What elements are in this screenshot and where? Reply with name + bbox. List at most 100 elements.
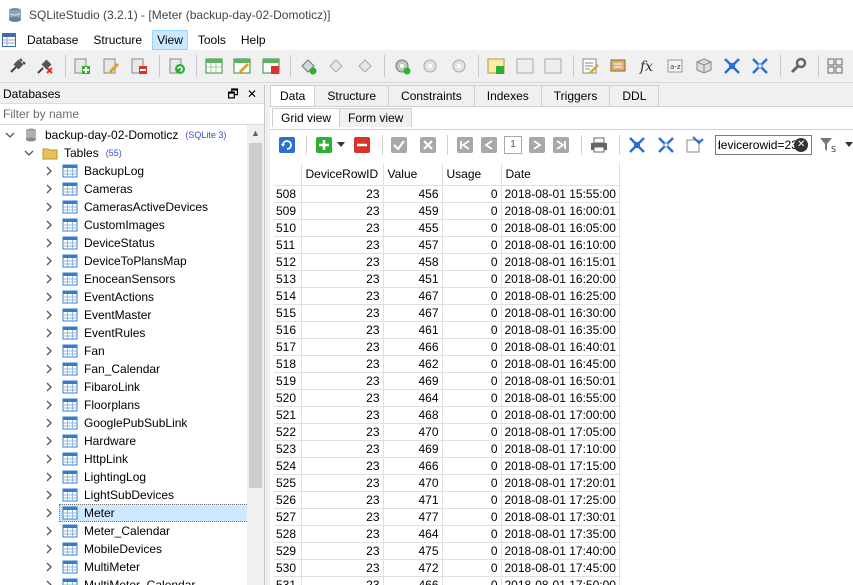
cell-value[interactable]: 475: [383, 542, 443, 560]
tree-table-item[interactable]: EnoceanSensors: [44, 270, 175, 288]
chevron-right-icon[interactable]: [44, 292, 54, 302]
chevron-right-icon[interactable]: [44, 256, 54, 266]
cell-date[interactable]: 2018-08-01 17:10:00: [501, 440, 620, 458]
tree-table-item[interactable]: Hardware: [44, 432, 136, 450]
tree-table-item[interactable]: GooglePubSubLink: [44, 414, 187, 432]
row-number[interactable]: 530: [274, 559, 302, 577]
cell-date[interactable]: 2018-08-01 17:50:00: [501, 576, 620, 585]
chevron-down-icon[interactable]: [24, 148, 34, 158]
table-row[interactable]: 530 23 472 0 2018-08-01 17:45:00: [274, 559, 620, 577]
cell-usage[interactable]: 0: [442, 202, 502, 220]
table-row[interactable]: 518 23 462 0 2018-08-01 16:45:00: [274, 355, 620, 373]
cell-usage[interactable]: 0: [442, 185, 502, 203]
column-header-date[interactable]: Date: [501, 163, 620, 186]
table-row[interactable]: 513 23 451 0 2018-08-01 16:20:00: [274, 270, 620, 288]
edit-index-button[interactable]: [326, 55, 347, 77]
row-number[interactable]: 529: [274, 542, 302, 560]
tree-table-item[interactable]: DeviceToPlansMap: [44, 252, 187, 270]
tree-table-item[interactable]: DeviceStatus: [44, 234, 155, 252]
cell-devicerowid[interactable]: 23: [301, 559, 384, 577]
cell-value[interactable]: 467: [383, 287, 443, 305]
chevron-right-icon[interactable]: [44, 184, 54, 194]
chevron-right-icon[interactable]: [44, 400, 54, 410]
chevron-right-icon[interactable]: [44, 202, 54, 212]
chevron-right-icon[interactable]: [44, 508, 54, 518]
create-trigger-button[interactable]: [391, 55, 412, 77]
remove-database-button[interactable]: [128, 55, 149, 77]
drop-view-button[interactable]: [542, 55, 563, 77]
cell-usage[interactable]: 0: [442, 236, 502, 254]
cell-date[interactable]: 2018-08-01 17:00:00: [501, 406, 620, 424]
insert-row-dropdown[interactable]: [336, 136, 346, 154]
tree-table-item[interactable]: Meter: [59, 504, 247, 522]
cell-usage[interactable]: 0: [442, 253, 502, 271]
commit-button[interactable]: [391, 136, 408, 154]
tree-table-item[interactable]: LightSubDevices: [44, 486, 174, 504]
page-number[interactable]: 1: [504, 135, 522, 154]
chevron-right-icon[interactable]: [44, 418, 54, 428]
row-number[interactable]: 512: [274, 253, 302, 271]
cell-date[interactable]: 2018-08-01 16:25:00: [501, 287, 620, 305]
cell-value[interactable]: 451: [383, 270, 443, 288]
create-table-button[interactable]: [203, 55, 224, 77]
cell-devicerowid[interactable]: 23: [301, 202, 384, 220]
cell-usage[interactable]: 0: [442, 389, 502, 407]
column-header-value[interactable]: Value: [383, 163, 443, 186]
window-list-button[interactable]: [824, 55, 845, 77]
functions-editor-button[interactable]: fx: [636, 55, 657, 77]
cell-date[interactable]: 2018-08-01 17:40:00: [501, 542, 620, 560]
cell-value[interactable]: 477: [383, 508, 443, 526]
tree-table-item[interactable]: Fan_Calendar: [44, 360, 160, 378]
cell-devicerowid[interactable]: 23: [301, 287, 384, 305]
tree-database-node[interactable]: backup-day-02-Domoticz (SQLite 3): [5, 126, 226, 144]
cell-usage[interactable]: 0: [442, 542, 502, 560]
chevron-right-icon[interactable]: [44, 472, 54, 482]
chevron-right-icon[interactable]: [44, 364, 54, 374]
cell-value[interactable]: 462: [383, 355, 443, 373]
connect-db-button[interactable]: [6, 55, 27, 77]
cell-usage[interactable]: 0: [442, 219, 502, 237]
tab-ddl[interactable]: DDL: [609, 85, 660, 106]
cell-devicerowid[interactable]: 23: [301, 389, 384, 407]
last-page-button[interactable]: [553, 136, 570, 154]
cell-date[interactable]: 2018-08-01 16:15:01: [501, 253, 620, 271]
chevron-down-icon[interactable]: [5, 130, 15, 140]
cell-value[interactable]: 456: [383, 185, 443, 203]
cell-date[interactable]: 2018-08-01 16:35:00: [501, 321, 620, 339]
collations-editor-button[interactable]: a-z: [665, 55, 686, 77]
table-row[interactable]: 519 23 469 0 2018-08-01 16:50:01: [274, 372, 620, 390]
row-number[interactable]: 521: [274, 406, 302, 424]
table-row[interactable]: 514 23 467 0 2018-08-01 16:25:00: [274, 287, 620, 305]
cell-value[interactable]: 470: [383, 423, 443, 441]
chevron-right-icon[interactable]: [44, 310, 54, 320]
tile-windows-button[interactable]: [721, 55, 742, 77]
filter-by-name-input[interactable]: [3, 107, 243, 121]
row-number[interactable]: 519: [274, 372, 302, 390]
export-button[interactable]: [590, 136, 608, 154]
cell-usage[interactable]: 0: [442, 372, 502, 390]
cell-value[interactable]: 466: [383, 576, 443, 585]
cell-date[interactable]: 2018-08-01 17:30:01: [501, 508, 620, 526]
cell-date[interactable]: 2018-08-01 16:40:01: [501, 338, 620, 356]
delete-row-button[interactable]: [354, 136, 371, 154]
cell-value[interactable]: 464: [383, 389, 443, 407]
float-dock-icon[interactable]: 🗗: [226, 87, 240, 101]
cell-value[interactable]: 466: [383, 457, 443, 475]
row-number[interactable]: 515: [274, 304, 302, 322]
table-row[interactable]: 526 23 471 0 2018-08-01 17:25:00: [274, 491, 620, 509]
rollback-button[interactable]: [419, 136, 436, 154]
tab-constraints[interactable]: Constraints: [388, 85, 475, 106]
table-row[interactable]: 525 23 470 0 2018-08-01 17:20:01: [274, 474, 620, 492]
disconnect-db-button[interactable]: [34, 55, 55, 77]
menu-structure[interactable]: Structure: [88, 30, 147, 50]
cell-value[interactable]: 459: [383, 202, 443, 220]
cell-devicerowid[interactable]: 23: [301, 270, 384, 288]
chevron-right-icon[interactable]: [44, 454, 54, 464]
table-row[interactable]: 511 23 457 0 2018-08-01 16:10:00: [274, 236, 620, 254]
row-number[interactable]: 514: [274, 287, 302, 305]
cell-devicerowid[interactable]: 23: [301, 525, 384, 543]
cell-devicerowid[interactable]: 23: [301, 338, 384, 356]
cell-devicerowid[interactable]: 23: [301, 372, 384, 390]
cell-value[interactable]: 466: [383, 338, 443, 356]
cell-value[interactable]: 470: [383, 474, 443, 492]
